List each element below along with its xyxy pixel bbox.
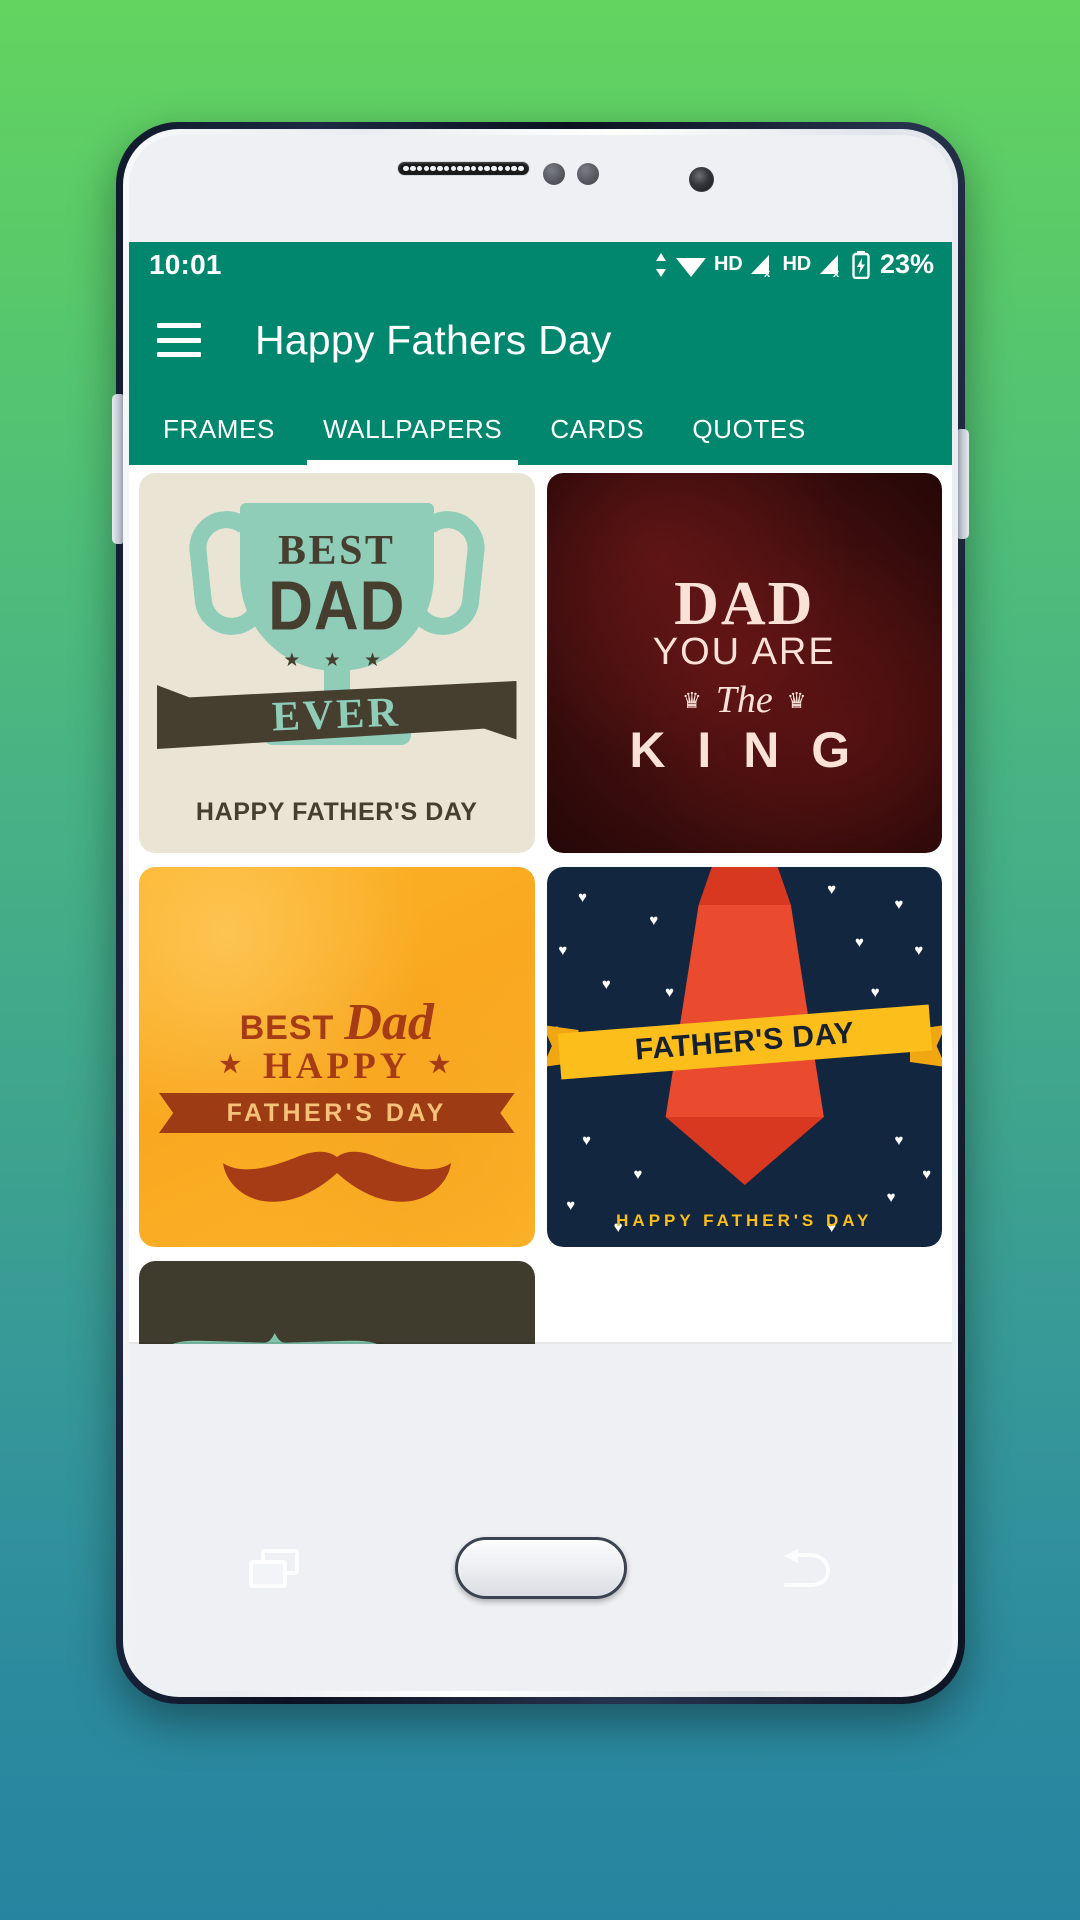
signal-x-icon-1: x xyxy=(749,252,775,278)
wallpaper-grid: BEST DAD ★ ★ ★ EVER HAPPY FATHER'S DAY D… xyxy=(129,465,952,1344)
flourish-banner-icon xyxy=(172,1333,377,1344)
battery-percent: 23% xyxy=(879,249,934,279)
wallpaper-text-best: BEST xyxy=(239,1009,335,1047)
status-time: 10:01 xyxy=(149,248,222,280)
power-button[interactable] xyxy=(112,394,123,544)
wallpaper-text-dad-script: Dad xyxy=(344,994,434,1051)
wallpaper-text-you-are: YOU ARE xyxy=(652,631,836,673)
ribbon-banner: FATHER'S DAY xyxy=(159,1093,515,1133)
hd-label-1: HD xyxy=(713,253,743,275)
proximity-sensor-icon xyxy=(543,163,565,185)
volume-button[interactable] xyxy=(958,429,969,539)
wallpaper-text-ever: EVER xyxy=(271,689,402,741)
soft-back-key[interactable] xyxy=(780,1549,832,1589)
app-toolbar: Happy Fathers Day xyxy=(129,287,952,393)
tab-wallpapers[interactable]: WALLPAPERS xyxy=(299,393,526,465)
status-bar: 10:01 HD x HD x 23% xyxy=(129,242,952,287)
wallpaper-text-fathers-day: FATHER'S DAY xyxy=(633,1016,856,1067)
star-dot-left: ★ xyxy=(219,1052,246,1078)
wallpaper-footer-text: HAPPY FATHER'S DAY xyxy=(616,1211,873,1230)
data-transfer-icon xyxy=(654,252,668,278)
wallpaper-item-dad-you-are-the-king[interactable]: DAD YOU ARE ♛ The ♛ K I N G xyxy=(546,473,943,853)
wallpaper-text-happy-word: HAPPY xyxy=(263,1046,411,1087)
hamburger-menu-icon[interactable] xyxy=(157,323,201,357)
wallpaper-text-the: ♛ The ♛ xyxy=(547,678,943,722)
wallpaper-item-i-love-you[interactable]: I ♥ YOU xyxy=(546,1261,943,1344)
i-love-you-row: I ♥ xyxy=(547,1338,943,1344)
wallpaper-item-best-dad-ever[interactable]: BEST DAD ★ ★ ★ EVER HAPPY FATHER'S DAY xyxy=(139,473,535,853)
page-title: Happy Fathers Day xyxy=(255,316,612,363)
phone-device: 10:01 HD x HD x 23% Happy Fathers Day FR… xyxy=(112,122,969,1704)
signal-x-icon-2: x xyxy=(818,252,844,278)
earpiece-speaker xyxy=(397,161,530,176)
svg-text:x: x xyxy=(833,268,840,278)
wallpaper-text-i: I xyxy=(694,1339,716,1344)
wallpaper-text-dad: DAD xyxy=(268,567,406,646)
crown-icon-right: ♛ xyxy=(786,688,807,713)
phone-bezel: 10:01 HD x HD x 23% Happy Fathers Day FR… xyxy=(112,129,969,1697)
wallpaper-thumbnail: BEST Dad ★ HAPPY ★ FATHER'S DAY xyxy=(139,867,535,1247)
device-top-hardware xyxy=(129,135,952,255)
wallpaper-thumbnail: BEST DAD ★ ★ ★ EVER HAPPY FATHER'S DAY xyxy=(139,473,535,853)
wallpaper-item-best-dad-happy[interactable]: BEST Dad ★ HAPPY ★ FATHER'S DAY xyxy=(139,867,535,1247)
wifi-icon xyxy=(675,252,707,278)
tab-quotes[interactable]: QUOTES xyxy=(668,393,829,465)
tab-frames[interactable]: FRAMES xyxy=(139,393,299,465)
wallpaper-thumbnail: DAD YOU ARE ♛ The ♛ K I N G xyxy=(546,473,943,853)
mustache-icon xyxy=(222,1151,451,1202)
wallpaper-item-red-tie[interactable]: ♥♥ ♥♥ ♥♥ ♥♥ ♥♥ ♥ ♥♥ ♥♥ ♥♥ ♥♥ xyxy=(546,867,942,1247)
star-dot-right: ★ xyxy=(428,1052,454,1078)
wallpaper-text-dad: DAD xyxy=(674,570,815,638)
wallpaper-footer-text: HAPPY FATHER'S DAY xyxy=(195,798,478,826)
wallpaper-text-fathers-day: FATHER'S DAY xyxy=(226,1098,447,1127)
wallpaper-text-best-dad: BEST Dad xyxy=(139,993,535,1052)
light-sensor-icon xyxy=(577,163,599,185)
wallpaper-text-happy: ★ HAPPY ★ xyxy=(139,1045,535,1088)
svg-text:x: x xyxy=(764,268,771,278)
soft-recents-key[interactable] xyxy=(249,1549,301,1589)
wallpaper-thumbnail: JUST FOR YOU .HAPPY. xyxy=(139,1261,535,1344)
stars-icon: ★ ★ ★ xyxy=(283,650,391,671)
battery-charging-icon xyxy=(851,250,871,279)
crown-icon-left: ♛ xyxy=(682,688,702,713)
wallpaper-thumbnail: ♥♥ ♥♥ ♥♥ ♥♥ ♥♥ ♥ ♥♥ ♥♥ ♥♥ ♥♥ xyxy=(546,867,942,1247)
ribbon-banner: FATHER'S DAY xyxy=(546,1004,942,1080)
phone-front-face: 10:01 HD x HD x 23% Happy Fathers Day FR… xyxy=(129,135,952,1691)
wallpaper-text-the-word: The xyxy=(715,679,773,721)
tab-cards[interactable]: CARDS xyxy=(526,393,668,465)
physical-home-button[interactable] xyxy=(454,1537,627,1599)
wallpaper-text-king: K I N G xyxy=(629,722,860,778)
phone-screen: 10:01 HD x HD x 23% Happy Fathers Day FR… xyxy=(129,242,952,1344)
tab-bar: FRAMES WALLPAPERS CARDS QUOTES xyxy=(129,393,952,465)
device-bottom-hardware xyxy=(129,1501,952,1691)
wallpaper-item-just-for-you[interactable]: JUST FOR YOU .HAPPY. xyxy=(139,1261,535,1344)
status-icons: HD x HD x 23% xyxy=(654,249,934,280)
front-camera xyxy=(689,167,714,192)
hd-label-2: HD xyxy=(782,253,811,275)
wallpaper-thumbnail: I ♥ YOU xyxy=(546,1261,943,1344)
